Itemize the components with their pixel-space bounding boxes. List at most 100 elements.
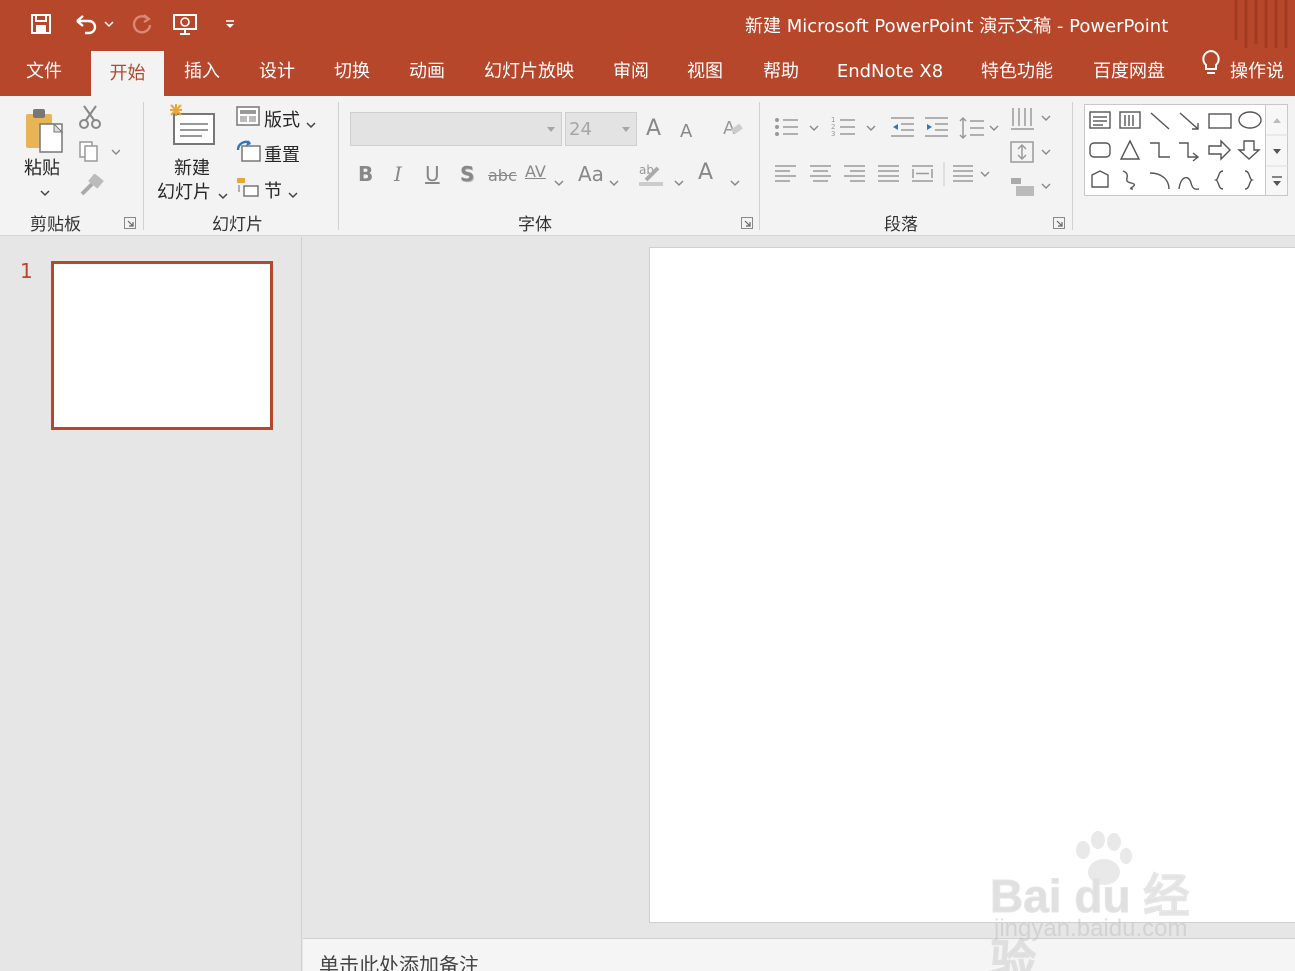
redo-icon[interactable] [128, 10, 156, 38]
slide-thumbnail[interactable] [51, 261, 273, 430]
reset-label[interactable]: 重置 [264, 141, 300, 167]
new-slide-dropdown-icon[interactable] [218, 185, 228, 204]
save-icon[interactable] [28, 10, 54, 38]
layout-dropdown-icon[interactable] [306, 114, 316, 133]
highlight-icon[interactable]: ab [638, 160, 668, 192]
tab-endnote[interactable]: EndNote X8 [828, 48, 952, 96]
line-spacing-icon[interactable] [958, 116, 1000, 144]
curve-shape-icon [1178, 176, 1200, 190]
font-name-combo[interactable] [350, 112, 562, 146]
notes-placeholder[interactable]: 单击此处添加备注 [319, 949, 479, 971]
italic-button[interactable]: I [394, 162, 402, 186]
section-icon[interactable] [236, 176, 262, 202]
customize-qat-icon[interactable] [222, 10, 238, 38]
change-case-button[interactable]: Aa [578, 162, 604, 186]
layout-icon[interactable] [236, 106, 260, 132]
smartart-icon[interactable] [1010, 174, 1052, 204]
clipboard-group-label: 剪贴板 [30, 215, 81, 235]
shapes-gallery-scroll[interactable] [1266, 104, 1288, 196]
new-slide-label-line2[interactable]: 幻灯片 [157, 178, 211, 204]
bold-button[interactable]: B [358, 162, 373, 186]
align-text-icon[interactable] [1010, 140, 1052, 170]
format-painter-icon[interactable] [78, 173, 104, 202]
tab-baidu-netdisk[interactable]: 百度网盘 [1082, 48, 1176, 96]
grow-font-button[interactable]: A [646, 116, 661, 141]
tab-view[interactable]: 视图 [674, 48, 736, 96]
tell-me-search[interactable]: 操作说 [1200, 48, 1295, 96]
tab-special-features[interactable]: 特色功能 [970, 48, 1064, 96]
section-dropdown-icon[interactable] [288, 184, 298, 203]
window-title: 新建 Microsoft PowerPoint 演示文稿 - PowerPoin… [745, 16, 1169, 37]
lightbulb-icon [1200, 48, 1222, 96]
reset-icon[interactable] [236, 140, 262, 168]
clear-formatting-icon[interactable]: A [722, 116, 744, 144]
align-left-icon[interactable] [774, 164, 798, 190]
new-slide-label-line1[interactable]: 新建 [174, 154, 210, 180]
bullets-icon[interactable] [774, 116, 822, 142]
layout-label[interactable]: 版式 [264, 106, 300, 132]
rectangle-shape-icon [1208, 113, 1232, 129]
underline-button[interactable]: U [425, 162, 440, 186]
tab-design[interactable]: 设计 [243, 48, 311, 96]
font-color-dropdown-icon[interactable] [730, 172, 740, 191]
slides-group-label: 幻灯片 [212, 215, 263, 235]
spacing-dropdown-icon[interactable] [554, 172, 564, 191]
right-arrow-shape-icon [1208, 139, 1231, 161]
right-brace-shape-icon [1244, 170, 1255, 190]
highlight-dropdown-icon[interactable] [674, 172, 684, 191]
slide-number: 1 [20, 259, 33, 283]
tab-review[interactable]: 审阅 [600, 48, 662, 96]
ribbon-tabs: 文件 开始 插入 设计 切换 动画 幻灯片放映 审阅 视图 帮助 EndNote… [0, 48, 1295, 96]
undo-icon[interactable] [70, 10, 102, 38]
distributed-icon[interactable] [911, 164, 935, 190]
tab-home[interactable]: 开始 [91, 51, 164, 96]
shapes-gallery[interactable] [1084, 104, 1266, 196]
justify-icon[interactable] [877, 164, 901, 190]
rounded-rect-shape-icon [1089, 142, 1111, 158]
baidu-watermark: Bai du 经验 jingyan.baidu.com [990, 830, 1230, 971]
strikethrough-button[interactable]: abc [488, 166, 517, 185]
watermark-url: jingyan.baidu.com [994, 915, 1188, 942]
text-direction-icon[interactable] [1010, 106, 1052, 136]
title-bar: 新建 Microsoft PowerPoint 演示文稿 - PowerPoin… [0, 0, 1295, 56]
align-right-icon[interactable] [843, 164, 867, 190]
vertical-textbox-shape-icon [1119, 111, 1141, 129]
arc-shape-icon [1149, 172, 1170, 190]
paragraph-group-label: 段落 [884, 215, 918, 235]
paragraph-launcher-icon[interactable] [1053, 217, 1065, 229]
tab-transitions[interactable]: 切换 [318, 48, 386, 96]
left-brace-shape-icon [1213, 170, 1224, 190]
align-center-icon[interactable] [809, 164, 833, 190]
columns-icon[interactable] [943, 162, 993, 190]
slide-thumbnails-pane: 1 [0, 237, 302, 971]
clipboard-launcher-icon[interactable] [124, 217, 136, 229]
new-slide-icon[interactable] [166, 102, 218, 154]
decrease-indent-icon[interactable] [890, 116, 916, 142]
tab-help[interactable]: 帮助 [750, 48, 812, 96]
tab-animations[interactable]: 动画 [393, 48, 461, 96]
paste-dropdown-icon[interactable] [40, 182, 50, 201]
numbering-icon[interactable]: 123 [831, 116, 879, 142]
shadow-button[interactable]: S [460, 162, 474, 186]
tab-file[interactable]: 文件 [10, 48, 78, 96]
shrink-font-button[interactable]: A [680, 121, 692, 142]
font-color-button[interactable]: A [698, 160, 713, 185]
tab-slideshow[interactable]: 幻灯片放映 [474, 48, 584, 96]
tab-insert[interactable]: 插入 [168, 48, 236, 96]
line-shape-icon [1150, 112, 1170, 130]
present-from-beginning-icon[interactable] [170, 10, 202, 38]
case-dropdown-icon[interactable] [609, 172, 619, 191]
font-launcher-icon[interactable] [741, 217, 753, 229]
paste-label[interactable]: 粘贴 [24, 154, 60, 180]
section-label[interactable]: 节 [264, 177, 282, 203]
font-size-value: 24 [569, 119, 592, 140]
cut-icon[interactable] [78, 104, 102, 134]
increase-indent-icon[interactable] [924, 116, 950, 142]
svg-text:3: 3 [831, 130, 835, 138]
scribble-shape-icon [1122, 170, 1136, 190]
copy-icon[interactable] [78, 140, 121, 168]
character-spacing-button[interactable]: AV [525, 162, 546, 181]
undo-dropdown-icon[interactable] [103, 10, 115, 38]
slide-canvas[interactable] [649, 247, 1295, 923]
font-size-combo[interactable]: 24 [565, 112, 637, 146]
